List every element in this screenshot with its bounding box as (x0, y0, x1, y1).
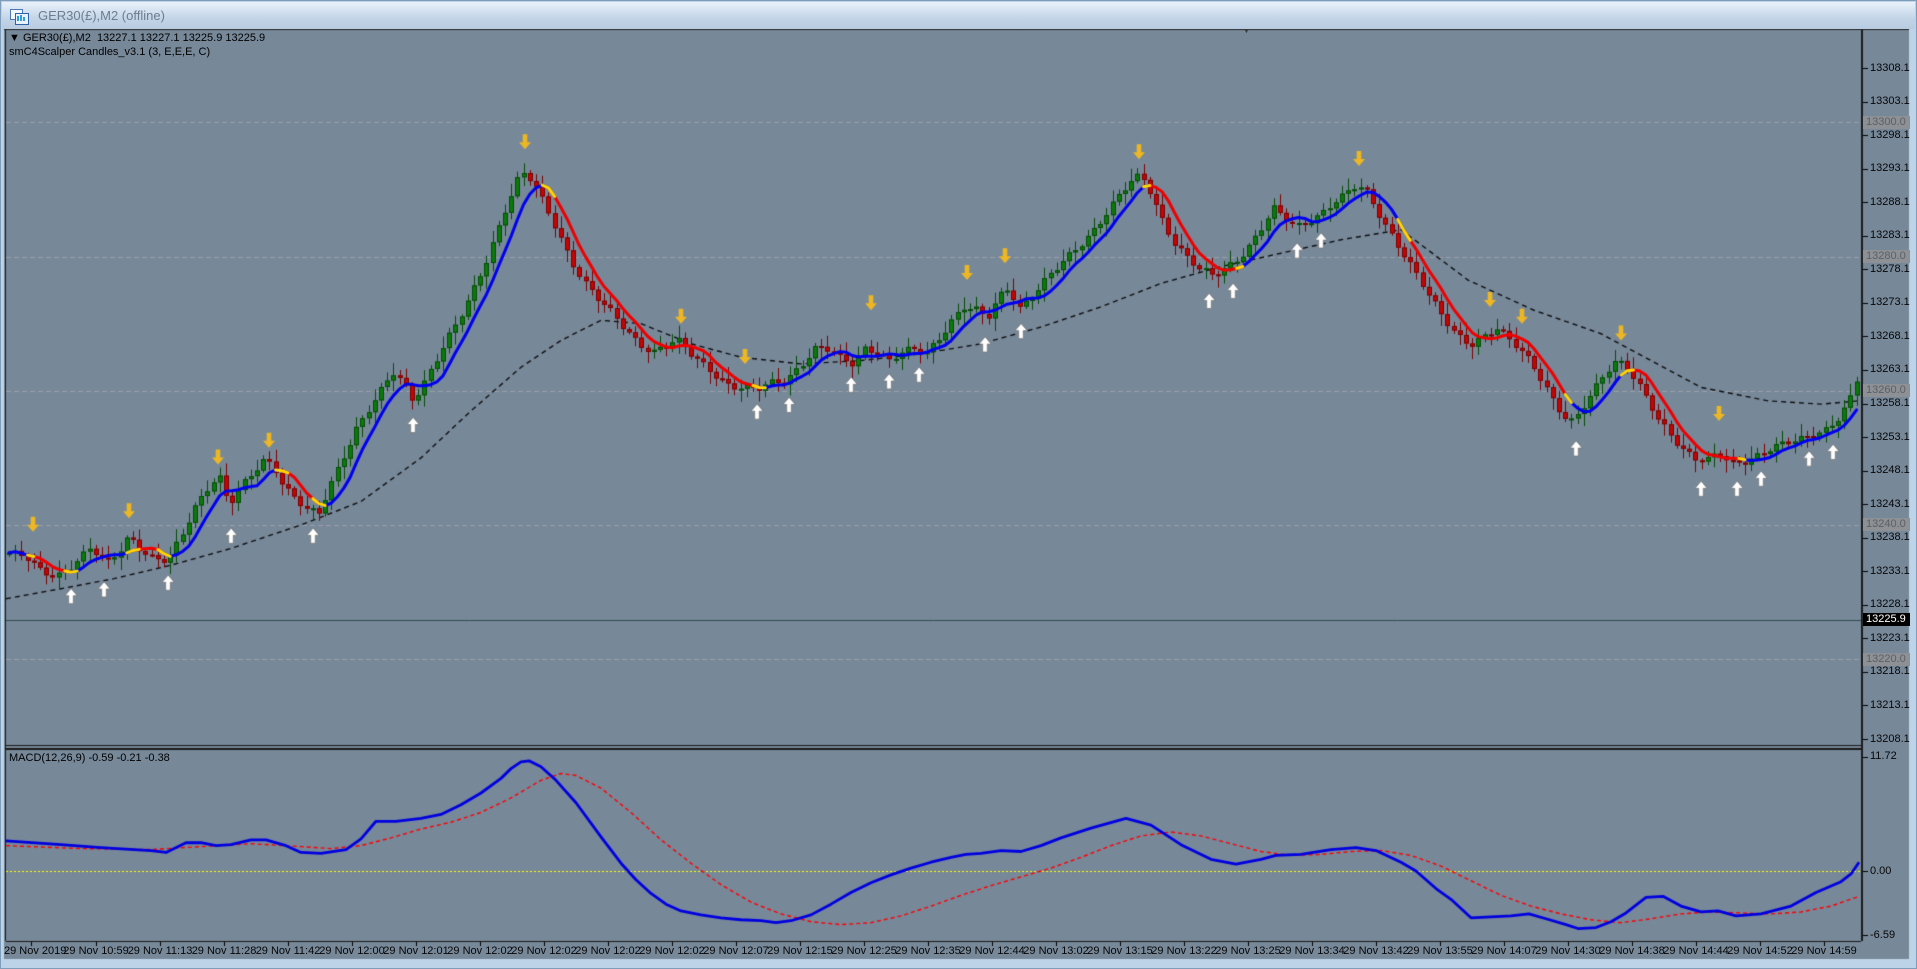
price-tick-label: 13248.1 (1870, 464, 1910, 477)
price-tick-label: 13278.1 (1870, 262, 1910, 275)
price-tick-label: 13213.1 (1870, 698, 1910, 711)
price-tick-label: 13233.1 (1870, 564, 1910, 577)
price-tick-label: 13288.1 (1870, 195, 1910, 208)
chart-canvas[interactable] (1, 1, 1916, 968)
indicator-label: smC4Scalper Candles_v3.1 (3, E,E,E, C) (9, 46, 211, 58)
price-level-label: 13300.0 (1863, 115, 1910, 129)
price-tick-label: 13273.1 (1870, 296, 1910, 309)
ohlc-header: ▼ GER30(£),M2 13227.1 13227.1 13225.9 13… (9, 32, 265, 44)
offline-chart-icon (10, 8, 29, 25)
price-tick-label: 13258.1 (1870, 397, 1910, 409)
macd-tick-label: 11.72 (1870, 750, 1897, 763)
symbol-label: GER30(£),M2 (22, 32, 91, 44)
collapse-arrow-icon[interactable]: ▼ (9, 32, 20, 44)
price-tick-label: 13253.1 (1870, 430, 1910, 443)
price-level-label: 13240.0 (1863, 518, 1910, 532)
chart-window: GER30(£),M2 (offline) — ❐ ✕ ▼ GER30(£),M… (0, 0, 1917, 969)
price-level-label: 13280.0 (1863, 250, 1910, 264)
titlebar[interactable]: GER30(£),M2 (offline) (2, 2, 1915, 29)
bid-price-label: 13225.9 (1863, 613, 1910, 627)
price-tick-label: 13228.1 (1870, 598, 1910, 611)
price-tick-label: 13263.1 (1870, 363, 1910, 376)
price-tick-label: 13268.1 (1870, 329, 1910, 342)
price-level-label: 13220.0 (1863, 652, 1910, 666)
ohlc-values: 13227.1 13227.1 13225.9 13225.9 (96, 32, 266, 44)
macd-tick-label: -6.59 (1870, 928, 1896, 941)
price-tick-label: 13303.1 (1870, 95, 1910, 108)
window-title: GER30(£),M2 (offline) (38, 8, 165, 23)
price-tick-label: 13293.1 (1870, 162, 1910, 175)
price-tick-label: 13238.1 (1870, 531, 1910, 544)
price-tick-label: 13298.1 (1870, 128, 1910, 141)
price-tick-label: 13243.1 (1870, 497, 1910, 510)
macd-tick-label: 0.00 (1870, 864, 1892, 877)
price-level-label: 13260.0 (1863, 384, 1910, 398)
price-tick-label: 13218.1 (1870, 665, 1910, 678)
macd-indicator-label: MACD(12,26,9) -0.59 -0.21 -0.38 (9, 752, 170, 764)
time-tick-label: 29 Nov 14:59 (1791, 945, 1857, 957)
price-tick-label: 13308.1 (1870, 61, 1910, 74)
price-tick-label: 13283.1 (1870, 229, 1910, 242)
price-tick-label: 13208.1 (1870, 732, 1910, 745)
price-tick-label: 13223.1 (1870, 631, 1910, 644)
